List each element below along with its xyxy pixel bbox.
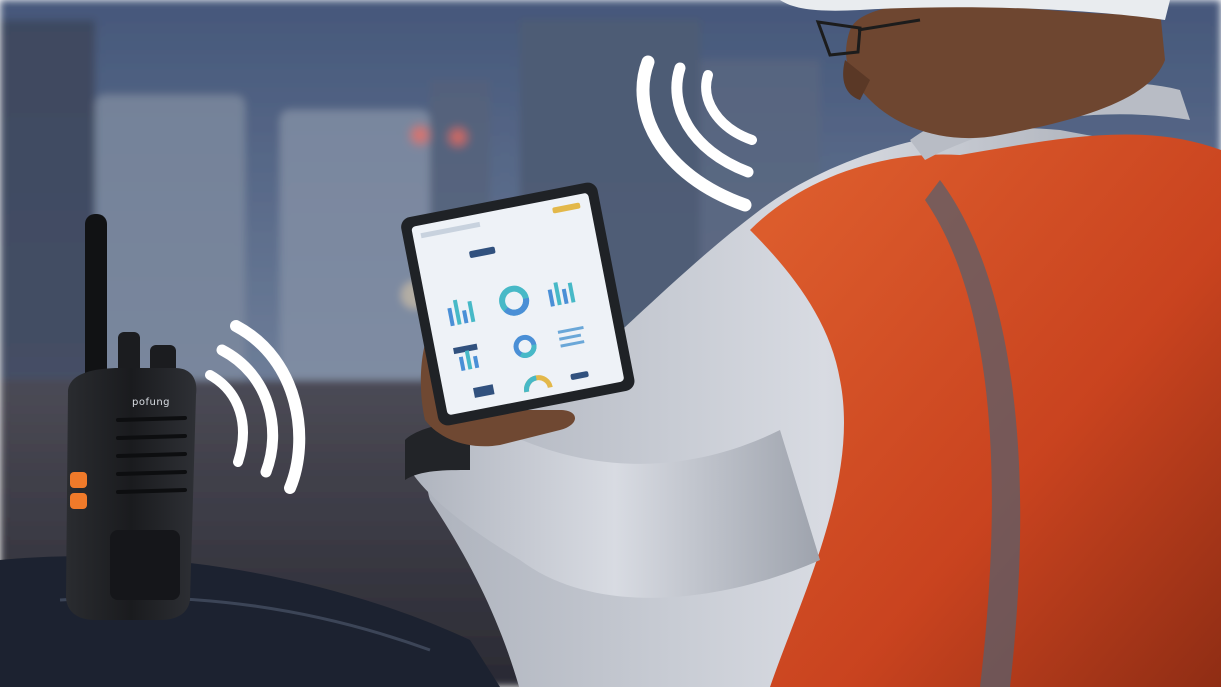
tablet-screen (411, 193, 624, 415)
radio-ptt-button (70, 472, 87, 488)
tablet (401, 182, 635, 426)
radio-brand-logo: pofung (132, 397, 170, 408)
radio-side-button (70, 493, 87, 509)
radio-antenna (85, 214, 107, 386)
scene-image: pofung (0, 0, 1221, 687)
